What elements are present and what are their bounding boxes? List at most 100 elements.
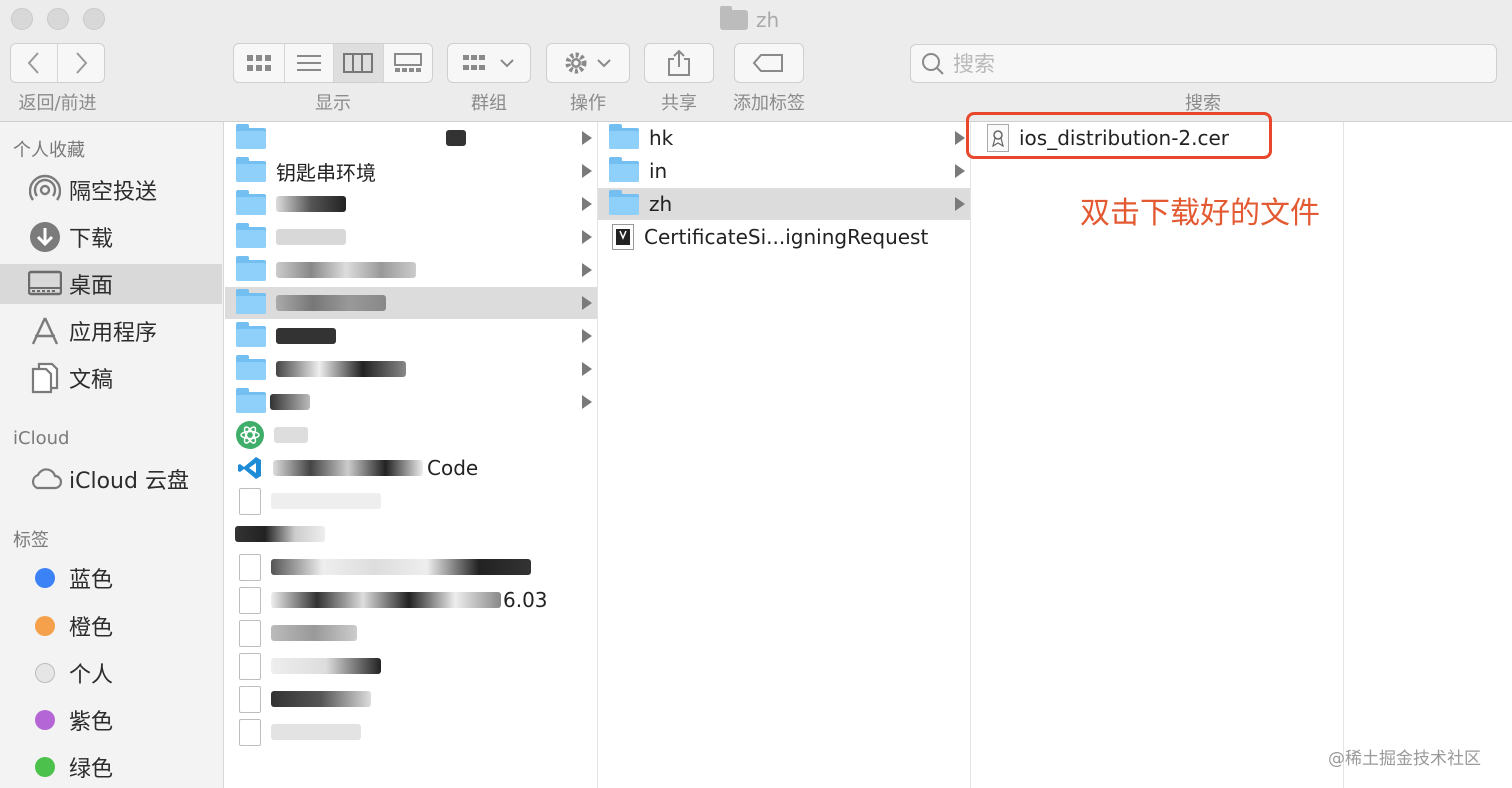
minimize-window-button[interactable] (47, 8, 69, 30)
chevron-right-icon (955, 164, 965, 178)
sidebar-item-applications[interactable]: 应用程序 (0, 311, 222, 351)
redacted-name (271, 625, 357, 641)
chevron-left-icon (27, 52, 39, 74)
sidebar-item-documents[interactable]: 文稿 (0, 358, 222, 398)
chevron-right-icon (582, 197, 592, 211)
redacted-name (273, 460, 423, 476)
list-item[interactable] (225, 353, 597, 385)
redacted-name (235, 526, 325, 542)
close-window-button[interactable] (11, 8, 33, 30)
folder-item-in[interactable]: in (598, 155, 970, 187)
gallery-view-button[interactable] (384, 44, 433, 82)
icloud-header: iCloud (13, 428, 70, 449)
download-icon (28, 220, 62, 254)
sidebar: 个人收藏 隔空投送 下载 桌面 应用程序 文稿 iCloud iCloud 云盘… (0, 122, 224, 788)
list-item[interactable] (225, 287, 597, 319)
tag-icon (752, 54, 783, 72)
folder-icon (236, 156, 266, 182)
share-icon (668, 49, 690, 76)
redacted-name (276, 196, 346, 212)
view-mode-control (233, 43, 433, 83)
action-button[interactable] (546, 43, 630, 83)
tag-dot-icon (35, 616, 55, 636)
annotation-text: 双击下载好的文件 (1080, 196, 1320, 231)
list-item[interactable] (225, 386, 597, 418)
redacted-name (270, 394, 310, 410)
list-item[interactable] (225, 617, 597, 649)
folder-item-hk[interactable]: hk (598, 122, 970, 154)
sidebar-item-airdrop[interactable]: 隔空投送 (0, 170, 222, 210)
share-button[interactable] (644, 43, 714, 83)
list-item[interactable] (225, 419, 597, 451)
highlight-box (966, 112, 1272, 159)
list-item[interactable] (225, 254, 597, 286)
sidebar-tag-personal[interactable]: 个人 (0, 653, 222, 693)
list-item[interactable] (225, 518, 597, 550)
search-input[interactable] (953, 51, 1473, 76)
list-item[interactable] (225, 221, 597, 253)
folder-item-zh[interactable]: zh (598, 188, 970, 220)
folder-icon (236, 288, 266, 314)
document-icon (239, 718, 261, 746)
sidebar-tag-purple[interactable]: 紫色 (0, 700, 222, 740)
column-view-button[interactable] (334, 44, 384, 82)
gear-icon (565, 52, 611, 74)
cloud-icon (28, 462, 62, 496)
sidebar-item-downloads[interactable]: 下载 (0, 217, 222, 257)
list-item[interactable] (225, 551, 597, 583)
airdrop-icon (28, 173, 62, 207)
folder-icon (609, 189, 639, 215)
file-item-csr[interactable]: CertificateSi...igningRequest (598, 221, 970, 253)
list-item[interactable] (225, 485, 597, 517)
list-view-button[interactable] (285, 44, 334, 82)
vscode-app-icon (237, 455, 263, 481)
redacted-name (276, 328, 336, 344)
list-item[interactable]: 6.03 (225, 584, 597, 616)
sidebar-tag-green[interactable]: 绿色 (0, 747, 222, 787)
search-icon (922, 52, 944, 75)
gallery-view-icon (393, 53, 422, 72)
nav-label: 返回/前进 (18, 93, 97, 114)
list-item[interactable] (225, 122, 597, 154)
list-item[interactable] (225, 320, 597, 352)
back-button[interactable] (11, 44, 58, 82)
sidebar-tag-orange[interactable]: 橙色 (0, 606, 222, 646)
document-icon (239, 652, 261, 680)
sidebar-item-icloud-drive[interactable]: iCloud 云盘 (0, 459, 222, 499)
list-item[interactable] (225, 650, 597, 682)
list-view-icon (296, 55, 321, 71)
group-label: 群组 (471, 93, 507, 114)
group-button[interactable] (447, 43, 531, 83)
chevron-right-icon (582, 329, 592, 343)
list-item[interactable]: Code (225, 452, 597, 484)
icon-view-button[interactable] (234, 44, 285, 82)
search-field[interactable] (910, 44, 1497, 83)
chevron-right-icon (582, 296, 592, 310)
column-view-icon (343, 53, 374, 73)
redacted-name (271, 691, 371, 707)
folder-icon (236, 321, 266, 347)
redacted-name (276, 295, 386, 311)
view-label: 显示 (315, 93, 351, 114)
sidebar-tag-blue[interactable]: 蓝色 (0, 558, 222, 598)
add-tag-button[interactable] (734, 43, 804, 83)
redacted-name (271, 559, 531, 575)
list-item[interactable] (225, 716, 597, 748)
folder-icon (236, 123, 266, 149)
column-project: hk in zh CertificateSi...igningRequest (598, 122, 971, 788)
zoom-window-button[interactable] (83, 8, 105, 30)
document-icon (239, 586, 261, 614)
forward-button[interactable] (58, 44, 105, 82)
chevron-right-icon (955, 131, 965, 145)
tags-label: 添加标签 (733, 93, 805, 114)
list-item[interactable] (225, 683, 597, 715)
atom-app-icon (236, 421, 264, 449)
documents-icon (28, 361, 62, 395)
list-item[interactable] (225, 188, 597, 220)
tag-dot-icon (35, 568, 55, 588)
column-empty (1344, 122, 1512, 788)
list-item[interactable]: 钥匙串环境 (225, 155, 597, 187)
folder-icon (609, 123, 639, 149)
sidebar-item-desktop[interactable]: 桌面 (0, 264, 222, 304)
redacted-name (276, 361, 406, 377)
